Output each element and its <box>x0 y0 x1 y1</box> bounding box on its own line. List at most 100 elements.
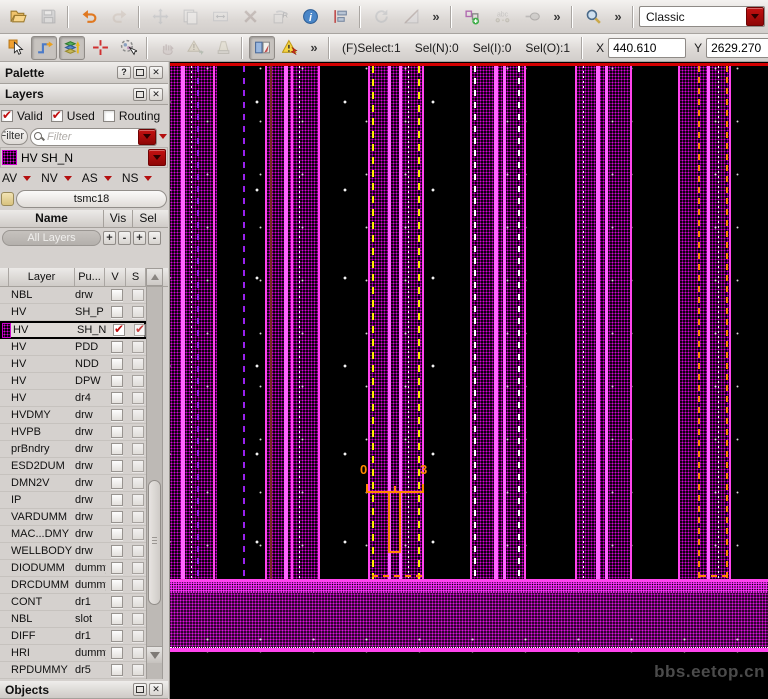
check-errors-button[interactable] <box>277 36 303 60</box>
layer-row-hvpb-drw[interactable]: HVPB drw <box>0 424 146 441</box>
active-layer-combo[interactable]: HV SH_N <box>0 147 168 168</box>
layer-tap-button[interactable] <box>59 35 85 60</box>
validity-dropdown-av[interactable]: AV <box>2 171 32 185</box>
visibility-checkbox[interactable] <box>111 494 123 506</box>
validity-dropdown-ns[interactable]: NS <box>122 171 153 185</box>
scroll-down-button[interactable] <box>147 646 162 663</box>
layer-row-hri-dummy[interactable]: HRI dummy <box>0 645 146 662</box>
skip-warning-button[interactable]: ! <box>182 36 208 60</box>
close-button[interactable]: ✕ <box>149 87 163 101</box>
visibility-checkbox[interactable] <box>111 545 123 557</box>
filter-searchbox[interactable] <box>30 127 157 146</box>
float-button[interactable] <box>133 87 147 101</box>
workspace-dropdown-arrow-icon[interactable] <box>746 7 764 26</box>
visibility-checkbox[interactable] <box>111 426 123 438</box>
selectability-checkbox[interactable] <box>132 579 144 591</box>
close-button[interactable]: ✕ <box>149 683 163 696</box>
selectability-checkbox[interactable] <box>132 613 144 625</box>
properties-button[interactable]: i <box>296 4 324 30</box>
selectability-checkbox[interactable] <box>132 630 144 642</box>
selectability-checkbox[interactable] <box>132 358 144 370</box>
move-button[interactable] <box>146 4 174 30</box>
hide-toggle-button[interactable]: - <box>148 231 161 245</box>
show-toggle-button[interactable]: + <box>103 231 116 245</box>
align-button[interactable] <box>326 4 354 30</box>
selectability-checkbox[interactable] <box>132 647 144 659</box>
layer-row-vardumm-drw[interactable]: VARDUMM drw <box>0 509 146 526</box>
x-coordinate-input[interactable] <box>608 37 687 58</box>
undo-button[interactable] <box>75 4 103 30</box>
more-edit-button[interactable]: » <box>427 4 445 30</box>
visibility-checkbox[interactable] <box>111 647 123 659</box>
create-pin-button[interactable] <box>518 4 546 30</box>
visibility-checkbox[interactable] <box>111 511 123 523</box>
selectability-checkbox[interactable] <box>132 409 144 421</box>
visibility-checkbox[interactable] <box>111 289 123 301</box>
visibility-checkbox[interactable] <box>111 664 123 676</box>
visibility-checkbox[interactable] <box>111 579 123 591</box>
copy-button[interactable] <box>176 4 204 30</box>
selectability-checkbox[interactable] <box>132 477 144 489</box>
y-coordinate-input[interactable] <box>706 37 768 58</box>
validity-dropdown-nv[interactable]: NV <box>41 171 72 185</box>
routing-checkbox[interactable] <box>102 109 115 122</box>
visibility-checkbox[interactable] <box>113 322 125 336</box>
path-route-button[interactable] <box>31 35 57 60</box>
hide-toggle-button[interactable]: - <box>118 231 131 245</box>
visibility-checkbox[interactable] <box>111 528 123 540</box>
selectability-checkbox[interactable] <box>132 392 144 404</box>
layer-row-hv-ndd[interactable]: HV NDD <box>0 356 146 373</box>
tab-technology[interactable]: tsmc18 <box>16 190 167 208</box>
select-mode-button[interactable] <box>3 36 29 60</box>
delete-button[interactable] <box>236 4 264 30</box>
area-select-button[interactable] <box>115 36 141 60</box>
ruler-button[interactable] <box>397 4 425 30</box>
layer-row-dmn2v-drw[interactable]: DMN2V drw <box>0 475 146 492</box>
visibility-checkbox[interactable] <box>111 630 123 642</box>
layer-row-nbl-slot[interactable]: NBL slot <box>0 611 146 628</box>
selectability-checkbox[interactable] <box>132 596 144 608</box>
layer-row-mac-dmy-drw[interactable]: MAC...DMY drw <box>0 526 146 543</box>
visibility-checkbox[interactable] <box>111 358 123 370</box>
highlight-button[interactable] <box>210 36 236 60</box>
selectability-checkbox[interactable] <box>132 511 144 523</box>
open-button[interactable] <box>4 4 32 30</box>
layer-row-hv-sh-n[interactable]: HV SH_N <box>0 321 146 339</box>
visibility-checkbox[interactable] <box>111 392 123 404</box>
filter-mode-button[interactable]: Filter <box>1 128 28 145</box>
scrollbar-thumb[interactable] <box>148 480 161 605</box>
selected-shape-outline[interactable] <box>388 492 401 553</box>
workspace-combo[interactable]: Classic <box>639 6 765 27</box>
selectability-checkbox[interactable] <box>132 494 144 506</box>
visibility-checkbox[interactable] <box>111 562 123 574</box>
selectability-checkbox[interactable] <box>132 289 144 301</box>
save-button[interactable] <box>34 4 62 30</box>
layer-row-diff-dr1[interactable]: DIFF dr1 <box>0 628 146 645</box>
selectability-checkbox[interactable] <box>132 664 144 676</box>
visibility-checkbox[interactable] <box>111 306 123 318</box>
more-zoom-button[interactable]: » <box>609 4 627 30</box>
selectability-checkbox[interactable] <box>132 306 144 318</box>
redo-button[interactable] <box>105 4 133 30</box>
float-button[interactable] <box>133 66 147 79</box>
stop-button[interactable] <box>154 36 180 60</box>
active-layer-dropdown-arrow-icon[interactable] <box>148 149 166 166</box>
rotate-button[interactable]: R <box>266 4 294 30</box>
show-toggle-button[interactable]: + <box>133 231 146 245</box>
scroll-up-button[interactable] <box>146 268 163 286</box>
more-create-button[interactable]: » <box>548 4 566 30</box>
layer-row-esd2dum-drw[interactable]: ESD2DUM drw <box>0 458 146 475</box>
selectability-checkbox[interactable] <box>132 528 144 540</box>
layer-row-hv-sh-p[interactable]: HV SH_P <box>0 304 146 321</box>
more-tools-button[interactable]: » <box>305 36 323 60</box>
layer-row-ip-drw[interactable]: IP drw <box>0 492 146 509</box>
layer-row-diodumm-dummy[interactable]: DIODUMM dummy <box>0 560 146 577</box>
selectability-checkbox[interactable] <box>132 443 144 455</box>
valid-checkbox[interactable] <box>1 108 13 122</box>
layout-canvas[interactable]: 0 3 bbs.eetop.cn <box>170 62 768 699</box>
selectability-checkbox[interactable] <box>132 545 144 557</box>
layer-row-drcdumm-dummy[interactable]: DRCDUMM dummy <box>0 577 146 594</box>
visibility-checkbox[interactable] <box>111 375 123 387</box>
layer-row-wellbody-drw[interactable]: WELLBODY drw <box>0 543 146 560</box>
visibility-checkbox[interactable] <box>111 443 123 455</box>
